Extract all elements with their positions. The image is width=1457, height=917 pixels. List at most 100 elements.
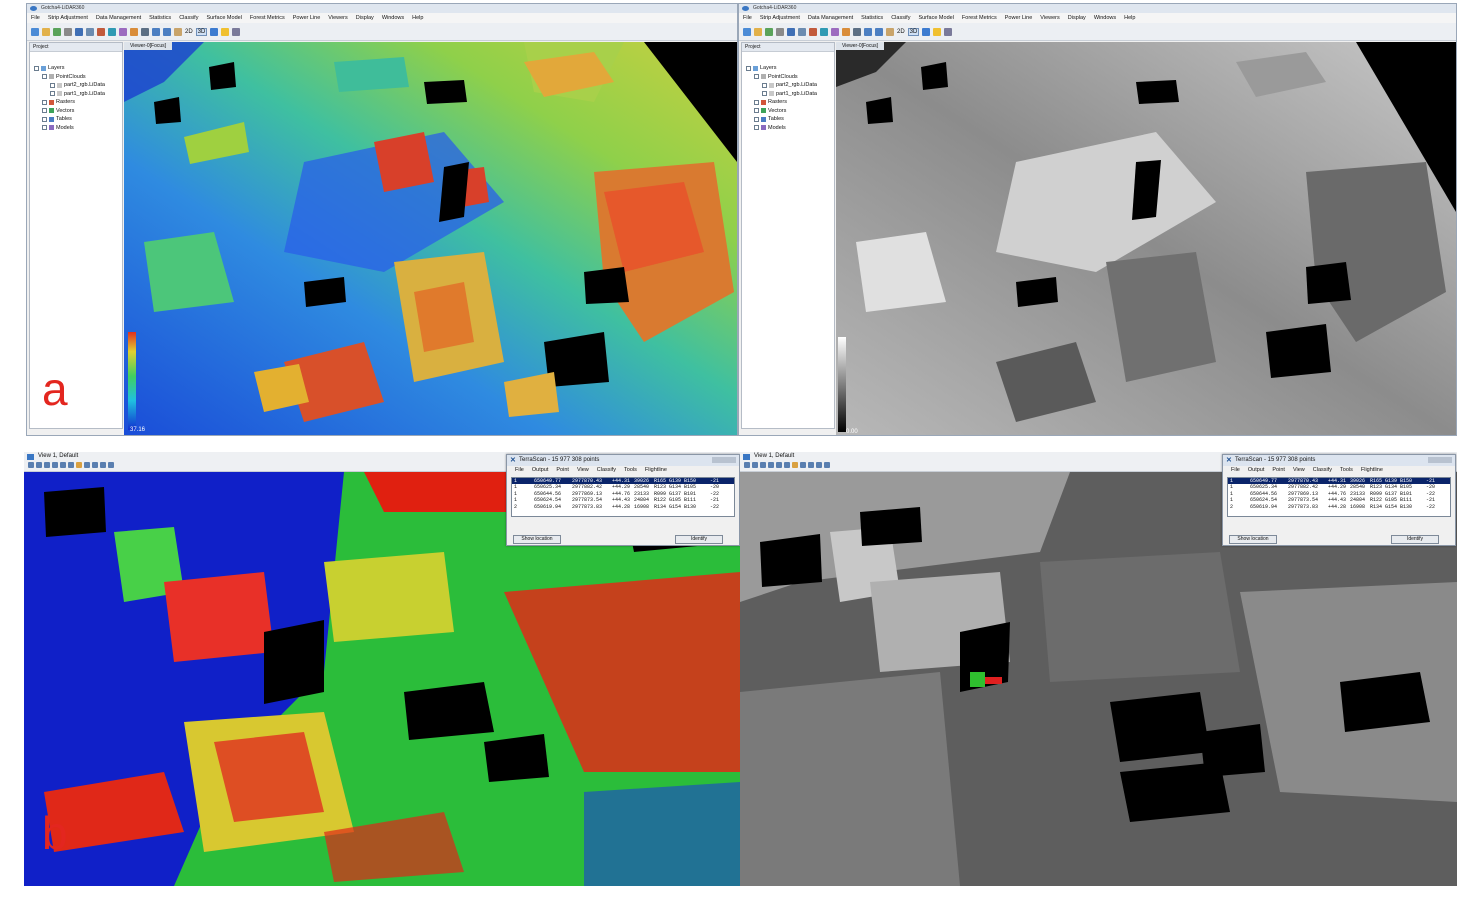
zoom-out-icon[interactable]	[875, 27, 883, 36]
settings-icon[interactable]	[232, 27, 241, 36]
table-row[interactable]: 2 650619.94 2977873.83 +44.28 16908 R134 G154…	[1228, 504, 1450, 510]
menu-statistics[interactable]: Statistics	[861, 15, 883, 21]
table-row[interactable]: 2 650619.94 2977873.83 +44.28 16908 R134 G154…	[512, 504, 734, 510]
menu-strip-adjustment[interactable]: Strip Adjustment	[48, 15, 88, 21]
tables-checkbox[interactable]	[42, 116, 47, 122]
identify-button[interactable]: Identify	[675, 535, 723, 544]
select-icon[interactable]	[798, 27, 806, 36]
zoom-out-icon[interactable]	[52, 462, 58, 468]
tree-item-file2[interactable]: part1_rgb.LiData	[746, 90, 834, 99]
ts-menu-flightline[interactable]: Flightline	[1361, 466, 1383, 475]
zoom-out-icon[interactable]	[768, 462, 774, 468]
hand-icon[interactable]	[84, 462, 90, 468]
ts-menu-point[interactable]: Point	[556, 466, 569, 475]
zoom-in-icon[interactable]	[864, 27, 872, 36]
tree-item-vectors[interactable]: Vectors	[34, 107, 122, 116]
menu-viewers[interactable]: Viewers	[328, 15, 347, 21]
file2-checkbox[interactable]	[762, 91, 767, 97]
filter-icon[interactable]	[130, 27, 138, 36]
display-icon[interactable]	[28, 462, 34, 468]
tree-item-file1[interactable]: part2_rgb.LiData	[34, 81, 122, 90]
profile-icon[interactable]	[820, 27, 828, 36]
rotate-icon[interactable]	[68, 462, 74, 468]
layers-checkbox[interactable]	[746, 65, 751, 71]
save-icon[interactable]	[787, 27, 795, 36]
pointclouds-checkbox[interactable]	[754, 74, 759, 80]
menu-data-management[interactable]: Data Management	[808, 15, 853, 21]
ts-menu-tools[interactable]: Tools	[624, 466, 637, 475]
menu-classify[interactable]: Classify	[891, 15, 910, 21]
tree-item-tables[interactable]: Tables	[34, 115, 122, 124]
tree-item-rasters[interactable]: Rasters	[34, 98, 122, 107]
pan-icon[interactable]	[776, 462, 782, 468]
identify-button[interactable]: Identify	[1391, 535, 1439, 544]
rotate-icon[interactable]	[784, 462, 790, 468]
tree-item-tables[interactable]: Tables	[746, 115, 834, 124]
layers-checkbox[interactable]	[34, 65, 39, 71]
ts-menu-classify[interactable]: Classify	[597, 466, 616, 475]
measure-icon[interactable]	[97, 27, 105, 36]
classify-icon[interactable]	[119, 27, 127, 36]
measure-icon[interactable]	[808, 462, 814, 468]
filter-icon[interactable]	[842, 27, 850, 36]
display-icon[interactable]	[744, 462, 750, 468]
ts-menu-output[interactable]: Output	[1248, 466, 1265, 475]
menu-surface-model[interactable]: Surface Model	[918, 15, 953, 21]
layout-icon[interactable]	[210, 27, 219, 36]
hand-icon[interactable]	[886, 27, 894, 36]
vectors-checkbox[interactable]	[754, 108, 759, 114]
zoom-out-icon[interactable]	[163, 27, 171, 36]
ts-menu-file[interactable]: File	[1231, 466, 1240, 475]
tree-item-vectors[interactable]: Vectors	[746, 107, 834, 116]
tree-item-file2[interactable]: part1_rgb.LiData	[34, 90, 122, 99]
vectors-checkbox[interactable]	[42, 108, 47, 114]
measure-icon[interactable]	[92, 462, 98, 468]
show-location-button[interactable]: Show location	[513, 535, 561, 544]
rasters-checkbox[interactable]	[42, 99, 47, 105]
ts-menu-view[interactable]: View	[577, 466, 589, 475]
menu-help[interactable]: Help	[412, 15, 423, 21]
pan-icon[interactable]	[853, 27, 861, 36]
remove-icon[interactable]	[776, 27, 784, 36]
menu-windows[interactable]: Windows	[382, 15, 404, 21]
menu-forest-metrics[interactable]: Forest Metrics	[962, 15, 997, 21]
classify-icon[interactable]	[831, 27, 839, 36]
remove-icon[interactable]	[64, 27, 72, 36]
fit-view-icon[interactable]	[36, 462, 42, 468]
zoom-in-icon[interactable]	[44, 462, 50, 468]
view-3d-button[interactable]: 3D	[907, 27, 920, 36]
section-icon[interactable]	[792, 462, 798, 468]
menu-power-line[interactable]: Power Line	[293, 15, 321, 21]
menu-help[interactable]: Help	[1124, 15, 1135, 21]
file1-checkbox[interactable]	[762, 82, 767, 88]
menu-display[interactable]: Display	[1068, 15, 1086, 21]
menu-data-management[interactable]: Data Management	[96, 15, 141, 21]
point-cloud-viewer-elevation[interactable]: Viewer-0[Focus] 37.16	[124, 42, 737, 435]
view-2d-button[interactable]: 2D	[897, 29, 905, 35]
view-2d-button[interactable]: 2D	[185, 29, 193, 35]
file1-checkbox[interactable]	[50, 82, 55, 88]
ts-menu-flightline[interactable]: Flightline	[645, 466, 667, 475]
layout-icon[interactable]	[922, 27, 931, 36]
rasters-checkbox[interactable]	[754, 99, 759, 105]
open-icon[interactable]	[754, 27, 762, 36]
menu-file[interactable]: File	[743, 15, 752, 21]
zoom-in-icon[interactable]	[760, 462, 766, 468]
ts-menu-output[interactable]: Output	[532, 466, 549, 475]
ts-menu-classify[interactable]: Classify	[1313, 466, 1332, 475]
star-icon[interactable]	[933, 27, 942, 36]
pan-icon[interactable]	[60, 462, 66, 468]
point-cloud-viewer-intensity[interactable]: Viewer-0[Focus] 0.00	[836, 42, 1456, 435]
tables-checkbox[interactable]	[754, 116, 759, 122]
models-checkbox[interactable]	[754, 125, 759, 131]
menu-forest-metrics[interactable]: Forest Metrics	[250, 15, 285, 21]
menu-classify[interactable]: Classify	[179, 15, 198, 21]
tree-item-file1[interactable]: part2_rgb.LiData	[746, 81, 834, 90]
profile-icon[interactable]	[108, 27, 116, 36]
identify-icon[interactable]	[816, 462, 822, 468]
hand-icon[interactable]	[800, 462, 806, 468]
tree-item-models[interactable]: Models	[746, 124, 834, 133]
settings-icon[interactable]	[944, 27, 953, 36]
open-icon[interactable]	[42, 27, 50, 36]
menu-windows[interactable]: Windows	[1094, 15, 1116, 21]
